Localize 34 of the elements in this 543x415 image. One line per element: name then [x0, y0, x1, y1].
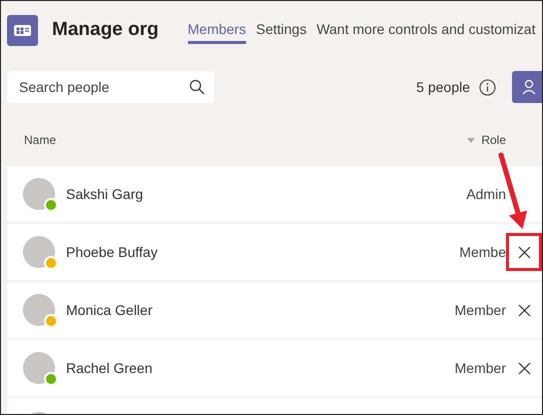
member-row[interactable]: Monica Geller Member [7, 282, 542, 338]
close-icon [518, 246, 530, 258]
member-role: Admin [466, 186, 506, 202]
avatar-placeholder [23, 352, 55, 384]
member-name: Rachel Green [66, 360, 152, 376]
member-name: Monica Geller [66, 302, 152, 318]
tab[interactable]: Want more controls and customizat [316, 16, 536, 44]
member-name: Sakshi Garg [66, 186, 144, 202]
close-icon [518, 362, 530, 374]
sort-caret-icon [467, 138, 476, 142]
page-title: Manage org [52, 19, 159, 41]
remove-button[interactable] [506, 233, 542, 271]
member-row[interactable]: Phoebe Buffay Membe [7, 224, 542, 280]
app-logo-icon [7, 14, 38, 46]
people-count: 5 people [416, 79, 470, 95]
person-icon [522, 79, 536, 95]
member-name: Phoebe Buffay [66, 244, 158, 260]
member-row[interactable]: Sakshi Garg Admin [7, 166, 542, 222]
search-field[interactable]: Search people [7, 71, 214, 103]
member-role: Membe [459, 244, 506, 260]
member-role: Member [454, 360, 506, 376]
info-icon[interactable] [479, 78, 496, 96]
search-icon [189, 79, 205, 95]
column-header[interactable]: Role [481, 133, 506, 147]
avatar-placeholder [23, 236, 55, 268]
member-role: Member [454, 302, 506, 318]
avatar-placeholder [23, 178, 55, 210]
close-icon [518, 304, 530, 316]
member-row[interactable]: Rachel Green Member [7, 340, 542, 396]
add-people-button[interactable] [512, 71, 542, 103]
tab[interactable]: Settings [256, 16, 307, 44]
column-header[interactable]: Name [24, 133, 56, 147]
tab[interactable]: Members [188, 16, 246, 44]
avatar-placeholder [23, 294, 55, 326]
